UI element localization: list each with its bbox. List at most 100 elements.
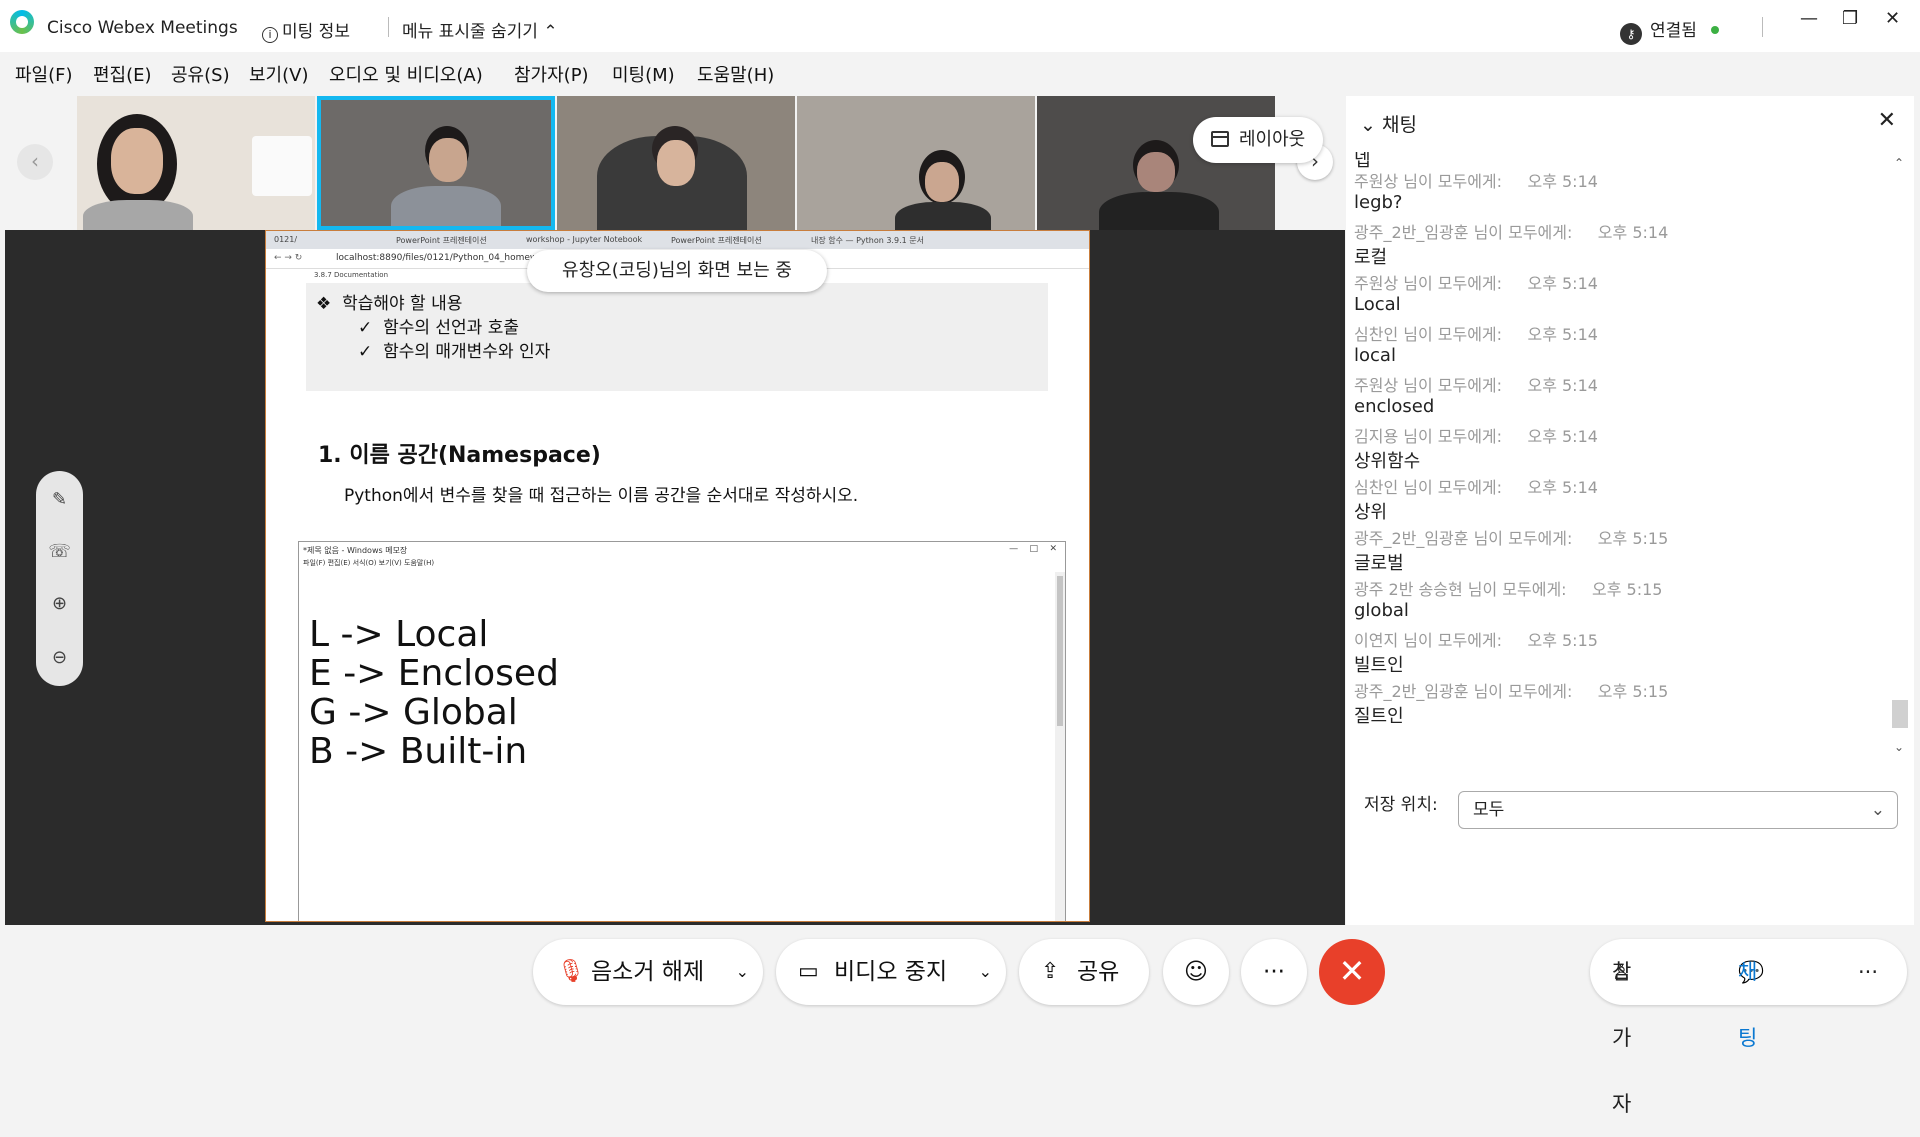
- zoom-in-icon[interactable]: ⊕: [36, 593, 83, 614]
- chevron-down-icon[interactable]: ⌄: [979, 939, 992, 1005]
- menu-view[interactable]: 보기(V): [249, 61, 308, 87]
- info-icon: i: [262, 27, 278, 43]
- check-icon: ✓: [358, 342, 373, 362]
- browser-tab: 0121/: [274, 235, 298, 244]
- chat-message: 심찬인 님이 모두에게: 오후 5:14 상위: [1354, 474, 1598, 524]
- menu-participants[interactable]: 참가자(P): [514, 61, 589, 87]
- close-button[interactable]: ✕: [1885, 8, 1900, 29]
- chat-scroll-thumb[interactable]: [1892, 700, 1908, 728]
- annotate-icon[interactable]: ✎: [36, 489, 83, 510]
- stop-video-button[interactable]: ▭ 비디오 중지 ⌄: [776, 939, 1006, 1005]
- leave-meeting-button[interactable]: ✕: [1319, 939, 1385, 1005]
- chat-message-text: 질트인: [1354, 706, 1404, 727]
- save-location-label: 저장 위치:: [1364, 795, 1438, 815]
- menu-file[interactable]: 파일(F): [15, 61, 73, 87]
- meeting-info-button[interactable]: i 미팅 정보: [262, 17, 350, 43]
- title-bar: Cisco Webex Meetings i 미팅 정보 메뉴 표시줄 숨기기 ⌃…: [0, 0, 1920, 52]
- connection-label: 연결됨: [1650, 21, 1697, 41]
- chat-message-text: 상위: [1354, 502, 1388, 523]
- chat-message-sender: 주원상 님이 모두에게: 오후 5:14: [1354, 172, 1598, 191]
- video-camera-icon: ▭: [798, 959, 819, 984]
- bookmark-item: 3.8.7 Documentation: [314, 271, 388, 279]
- chat-message-sender: 광주_2반_임광훈 님이 모두에게: 오후 5:15: [1354, 682, 1669, 701]
- chat-message: 광주_2반_임광훈 님이 모두에게: 오후 5:15 질트인: [1354, 678, 1668, 728]
- chat-message: 김지용 님이 모두에게: 오후 5:14 상위함수: [1354, 423, 1598, 473]
- title-divider: [388, 17, 389, 37]
- chat-message-sender: 주원상 님이 모두에게: 오후 5:14: [1354, 376, 1598, 395]
- chat-message-sender: 김지용 님이 모두에게: 오후 5:14: [1354, 427, 1598, 446]
- more-dots-icon: ···: [1263, 959, 1285, 985]
- menu-audio-video[interactable]: 오디오 및 비디오(A): [329, 61, 483, 87]
- more-options-button[interactable]: ···: [1241, 939, 1307, 1005]
- app-title: Cisco Webex Meetings: [47, 18, 238, 38]
- browser-tab: 내장 함수 — Python 3.9.1 문서: [811, 236, 924, 245]
- reactions-button[interactable]: ☺: [1163, 939, 1229, 1005]
- chat-message-sender: 광주 2반 송승현 님이 모두에게: 오후 5:15: [1354, 580, 1663, 599]
- chat-message-sender: 광주_2반_임광훈 님이 모두에게: 오후 5:14: [1354, 223, 1669, 242]
- chat-message-sender: 광주_2반_임광훈 님이 모두에게: 오후 5:15: [1354, 529, 1669, 548]
- chat-message-text: legb?: [1354, 192, 1403, 213]
- participant-video[interactable]: [77, 96, 315, 230]
- hide-menu-button[interactable]: 메뉴 표시줄 숨기기 ⌃: [402, 17, 558, 42]
- pdf-objectives-box: ❖ 학습해야 할 내용 ✓ 함수의 선언과 호출 ✓ 함수의 매개변수와 인자: [306, 283, 1048, 391]
- minimize-button[interactable]: —: [1800, 8, 1818, 29]
- layout-icon: [1211, 131, 1229, 147]
- key-icon: ⚷: [1620, 23, 1642, 45]
- zoom-out-icon[interactable]: ⊖: [36, 647, 83, 668]
- chat-close-icon[interactable]: ✕: [1878, 108, 1896, 133]
- panel-buttons: ♙ 참가자 💬 채팅 ···: [1590, 939, 1907, 1116]
- chat-label: 채팅: [1738, 960, 1758, 1050]
- chat-message: 심찬인 님이 모두에게: 오후 5:14 local: [1354, 321, 1598, 366]
- chat-message-sender: 심찬인 님이 모두에게: 오후 5:14: [1354, 478, 1598, 497]
- share-button[interactable]: ⇪ 공유: [1019, 939, 1149, 1005]
- connection-dot-icon: [1710, 26, 1719, 34]
- chat-message-sender: 주원상 님이 모두에게: 오후 5:14: [1354, 274, 1598, 293]
- chat-header[interactable]: ⌄ 채팅: [1360, 110, 1417, 137]
- layout-label: 레이아웃: [1239, 129, 1306, 150]
- chat-title: 채팅: [1381, 114, 1417, 136]
- diamond-bullet-icon: ❖: [316, 294, 332, 314]
- pdf-box-item: ✓ 함수의 매개변수와 인자: [358, 342, 551, 362]
- meeting-info-label: 미팅 정보: [282, 22, 350, 42]
- notepad-window-controls: — □ ✕: [1009, 544, 1057, 554]
- chat-message: 광주_2반_임광훈 님이 모두에게: 오후 5:15 글로벌: [1354, 525, 1668, 575]
- unmute-button[interactable]: 🎙 음소거 해제 ⌄: [533, 939, 763, 1005]
- menu-share[interactable]: 공유(S): [171, 61, 230, 87]
- remote-control-icon[interactable]: ☏: [36, 541, 83, 562]
- video-filmstrip: ‹ ›: [0, 96, 1345, 230]
- chat-message: 주원상 님이 모두에게: 오후 5:14 Local: [1354, 270, 1598, 315]
- microphone-muted-icon: 🎙: [557, 959, 585, 984]
- hide-menu-label: 메뉴 표시줄 숨기기: [402, 22, 538, 42]
- notepad-scrollbar: [1055, 572, 1065, 921]
- menu-bar: 파일(F) 편집(E) 공유(S) 보기(V) 오디오 및 비디오(A) 참가자…: [0, 52, 1920, 92]
- participant-video[interactable]: [557, 96, 795, 230]
- notepad-window: *제목 없음 - Windows 메모장 — □ ✕ 파일(F) 편집(E) 서…: [298, 541, 1066, 921]
- chat-message-text: 빌트인: [1354, 655, 1404, 676]
- chat-scrollbar[interactable]: ⌃ ⌄: [1892, 156, 1908, 754]
- layout-button[interactable]: 레이아웃: [1193, 117, 1323, 163]
- chat-message: 이연지 님이 모두에게: 오후 5:15 빌트인: [1354, 627, 1598, 677]
- notepad-line: B -> Built-in: [309, 731, 528, 772]
- menu-help[interactable]: 도움말(H): [697, 61, 774, 87]
- share-icon: ⇪: [1041, 959, 1060, 984]
- browser-nav-icons: ← → ↻: [274, 253, 303, 263]
- chat-message-list: 넵 주원상 님이 모두에게: 오후 5:14 legb? 광주_2반_임광훈 님이…: [1346, 152, 1896, 747]
- restore-button[interactable]: ❐: [1842, 8, 1858, 29]
- meeting-controls: 🎙 음소거 해제 ⌄ ▭ 비디오 중지 ⌄ ⇪ 공유 ☺ ··· ✕ ♙ 참가자…: [0, 925, 1920, 1116]
- save-location-select[interactable]: 모두 ⌄: [1458, 791, 1898, 829]
- filmstrip-prev-button[interactable]: ‹: [17, 144, 53, 180]
- chat-message-sender: 이연지 님이 모두에게: 오후 5:15: [1354, 631, 1598, 650]
- chevron-down-icon[interactable]: ⌄: [736, 939, 749, 1005]
- menu-meeting[interactable]: 미팅(M): [612, 61, 675, 87]
- webex-logo-icon: [10, 10, 34, 34]
- chat-message: 주원상 님이 모두에게: 오후 5:14 enclosed: [1354, 372, 1598, 417]
- connection-status[interactable]: ⚷ 연결됨: [1620, 16, 1719, 45]
- scroll-down-icon[interactable]: ⌄: [1894, 740, 1904, 754]
- participant-video-active[interactable]: [317, 96, 555, 230]
- notepad-menu: 파일(F) 편집(E) 서식(O) 보기(V) 도움말(H): [303, 559, 435, 567]
- participant-video[interactable]: [797, 96, 1035, 230]
- scroll-up-icon[interactable]: ⌃: [1894, 156, 1904, 170]
- chat-message-text: Local: [1354, 294, 1401, 315]
- menu-edit[interactable]: 편집(E): [93, 61, 152, 87]
- check-icon: ✓: [358, 318, 373, 338]
